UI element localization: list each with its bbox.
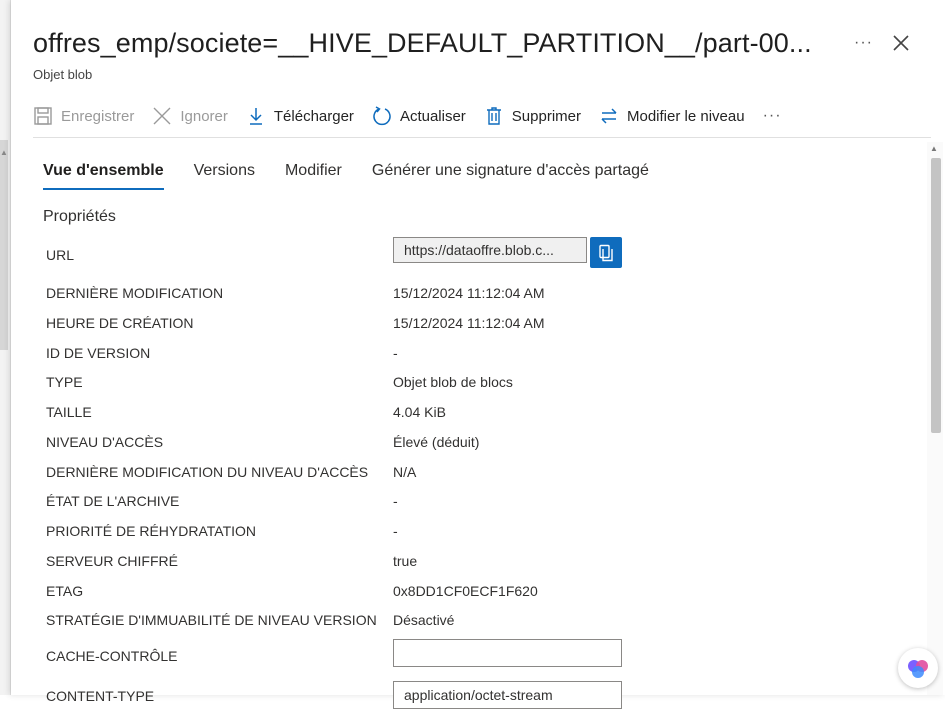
tab-list: Vue d'ensemble Versions Modifier Générer…: [43, 160, 679, 192]
cache-control-label: CACHE-CONTRÔLE: [46, 648, 178, 664]
change-tier-label: Modifier le niveau: [627, 107, 745, 125]
delete-icon: [484, 106, 504, 126]
change-tier-icon: [599, 106, 619, 126]
save-label: Enregistrer: [61, 107, 135, 125]
immutability-label: STRATÉGIE D'IMMUABILITÉ DE NIVEAU VERSIO…: [46, 612, 377, 628]
tab-edit[interactable]: Modifier: [285, 160, 342, 192]
change-tier-button[interactable]: Modifier le niveau: [599, 106, 745, 126]
access-tier-value: Élevé (déduit): [393, 434, 480, 450]
content-type-input[interactable]: [393, 681, 622, 709]
access-tier-label: NIVEAU D'ACCÈS: [46, 434, 164, 450]
type-value: Objet blob de blocs: [393, 374, 513, 390]
url-label: URL: [46, 247, 75, 263]
tab-versions[interactable]: Versions: [194, 160, 255, 192]
scroll-up-arrow-icon[interactable]: ▲: [930, 144, 938, 153]
url-field[interactable]: https://dataoffre.blob.c...: [393, 237, 587, 263]
content-type-label: CONTENT-TYPE: [46, 688, 155, 704]
creation-time-label: HEURE DE CRÉATION: [46, 315, 194, 331]
delete-label: Supprimer: [511, 107, 581, 125]
tab-generate-sas[interactable]: Générer une signature d'accès partagé: [372, 160, 649, 192]
last-modified-label: DERNIÈRE MODIFICATION: [46, 285, 224, 301]
copilot-icon: [908, 660, 928, 678]
close-button[interactable]: [891, 33, 913, 55]
toolbar-divider: [33, 137, 931, 138]
toolbar-more-button[interactable]: ···: [763, 107, 782, 125]
immutability-value: Désactivé: [393, 612, 455, 628]
discard-button[interactable]: Ignorer: [152, 106, 228, 126]
type-label: TYPE: [46, 374, 83, 390]
close-icon: [893, 35, 909, 51]
refresh-icon: [372, 106, 392, 126]
save-button[interactable]: Enregistrer: [33, 106, 134, 126]
copilot-button[interactable]: [898, 648, 938, 688]
download-icon: [246, 106, 266, 126]
tier-last-modified-value: N/A: [393, 464, 417, 480]
panel-scrollbar[interactable]: ▲: [927, 142, 943, 695]
download-label: Télécharger: [273, 107, 354, 125]
server-encrypted-value: true: [393, 553, 418, 569]
more-options-button[interactable]: ···: [854, 34, 873, 52]
tab-overview[interactable]: Vue d'ensemble: [43, 160, 164, 192]
copy-url-button[interactable]: [590, 237, 622, 268]
background-arrow: ▲: [0, 148, 8, 157]
size-value: 4.04 KiB: [393, 404, 446, 420]
refresh-label: Actualiser: [399, 107, 466, 125]
blob-detail-panel: offres_emp/societe=__HIVE_DEFAULT_PARTIT…: [11, 0, 945, 709]
background-page: ▲: [0, 0, 11, 695]
last-modified-value: 15/12/2024 11:12:04 AM: [393, 285, 545, 301]
version-id-value: -: [393, 345, 398, 361]
scroll-thumb[interactable]: [931, 158, 941, 433]
section-title: Propriétés: [43, 208, 116, 225]
background-scrollbar: [0, 140, 8, 350]
save-icon: [33, 106, 53, 126]
creation-time-value: 15/12/2024 11:12:04 AM: [393, 315, 545, 331]
version-id-label: ID DE VERSION: [46, 345, 151, 361]
page-title: offres_emp/societe=__HIVE_DEFAULT_PARTIT…: [33, 28, 812, 58]
copy-icon: [599, 244, 613, 261]
etag-label: ETAG: [46, 583, 84, 599]
etag-value: 0x8DD1CF0ECF1F620: [393, 583, 538, 599]
discard-icon: [152, 106, 172, 126]
server-encrypted-label: SERVEUR CHIFFRÉ: [46, 553, 178, 569]
archive-status-label: ÉTAT DE L'ARCHIVE: [46, 493, 180, 509]
rehydrate-priority-value: -: [393, 523, 398, 539]
rehydrate-priority-label: PRIORITÉ DE RÉHYDRATATION: [46, 523, 257, 539]
cache-control-input[interactable]: [393, 639, 622, 667]
refresh-button[interactable]: Actualiser: [372, 106, 466, 126]
delete-button[interactable]: Supprimer: [484, 106, 581, 126]
page-subtitle: Objet blob: [33, 67, 93, 82]
size-label: TAILLE: [46, 404, 92, 420]
download-button[interactable]: Télécharger: [246, 106, 354, 126]
discard-label: Ignorer: [180, 107, 228, 125]
command-bar: Enregistrer Ignorer Télécharger Actualis…: [33, 100, 782, 132]
archive-status-value: -: [393, 493, 398, 509]
tier-last-modified-label: DERNIÈRE MODIFICATION DU NIVEAU D'ACCÈS: [46, 464, 369, 480]
